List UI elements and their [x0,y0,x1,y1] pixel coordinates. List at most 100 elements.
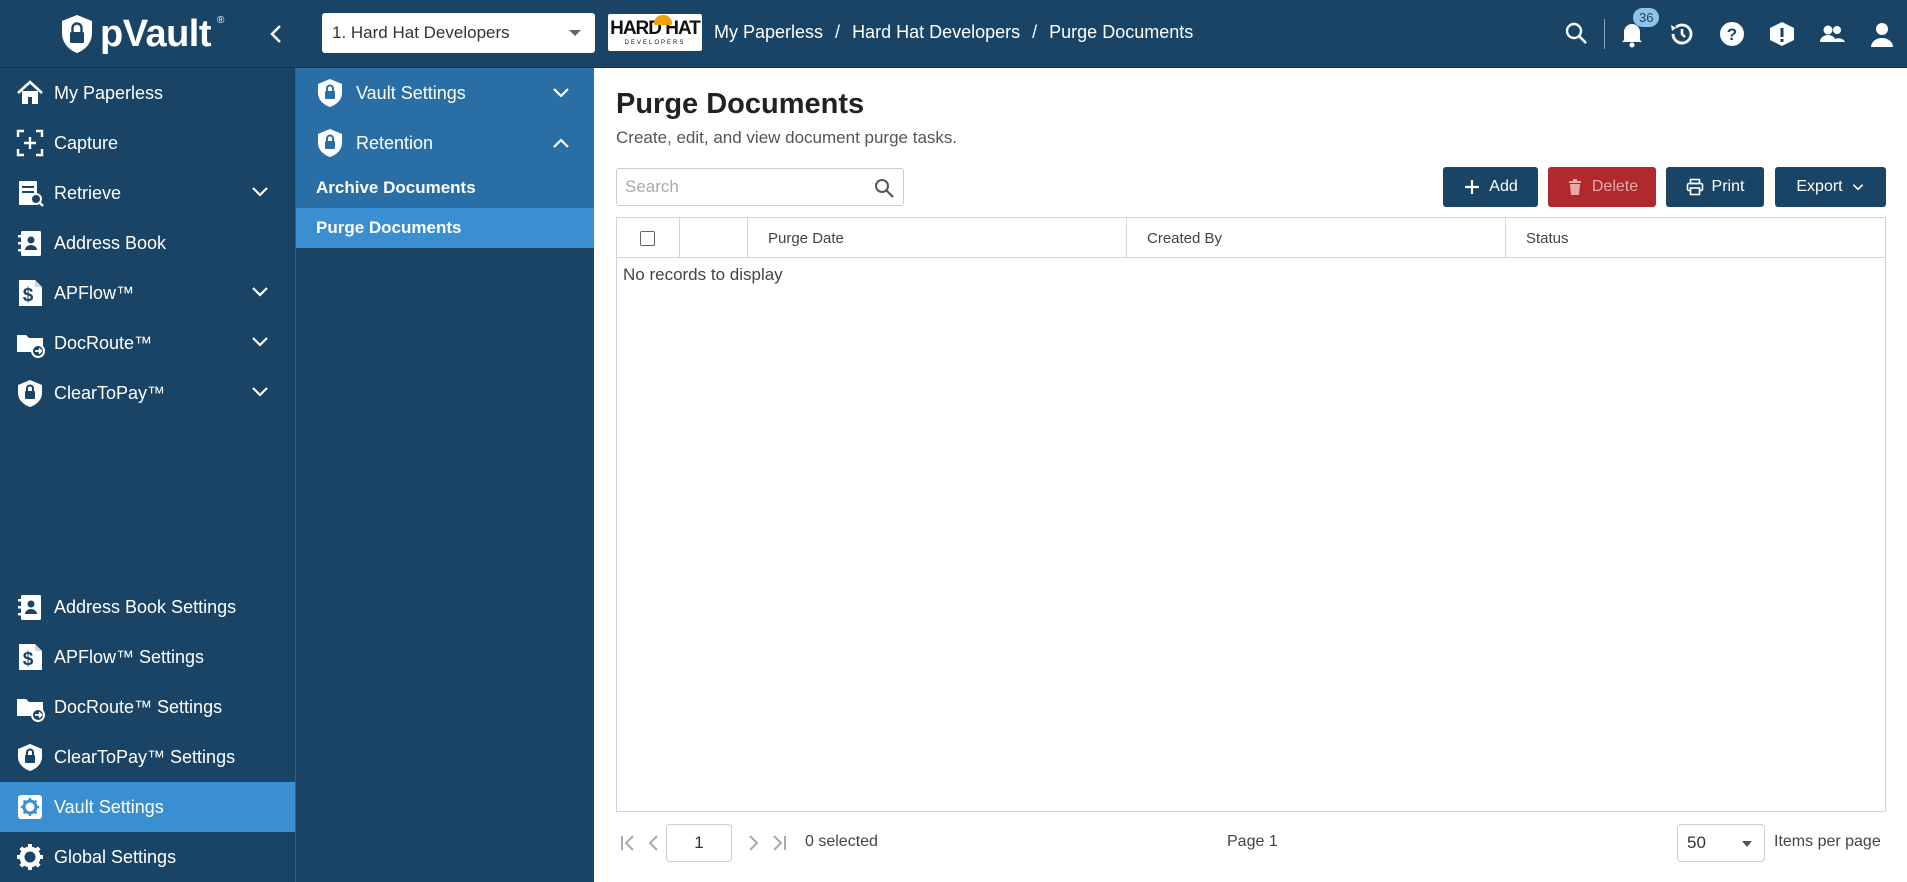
column-header-status[interactable]: Status [1506,218,1885,258]
page-title: Purge Documents [616,88,865,120]
sidebar-item-label: APFlow™ Settings [54,646,205,667]
svg-text:$: $ [23,285,34,306]
capture-icon [16,129,44,157]
print-button[interactable]: Print [1666,167,1764,207]
page-label: Page 1 [1227,833,1278,850]
empty-table-message: No records to display [623,265,783,284]
users-button[interactable] [1807,0,1857,68]
alerts-button[interactable] [1757,0,1807,68]
subnav-purge-documents[interactable]: Purge Documents [296,208,594,248]
sidebar-item-my-paperless[interactable]: My Paperless [0,68,295,118]
purge-documents-table: Purge Date Created By Status No records … [616,217,1886,812]
folder-route-icon [17,699,45,722]
export-button-label: Export [1796,178,1843,195]
chevron-down-icon[interactable] [251,185,269,199]
chevron-down-icon [1742,841,1752,847]
column-header-created-by[interactable]: Created By [1127,218,1506,258]
sidebar-item-apflow[interactable]: $ APFlow™ [0,268,295,318]
search-icon [1565,22,1587,44]
address-book-icon [18,595,41,620]
shield-lock-icon [318,129,342,157]
page-size-value: 50 [1687,833,1706,852]
gear-icon [17,844,43,870]
sidebar-item-address-book[interactable]: Address Book [0,218,295,268]
first-page-icon[interactable] [616,832,640,854]
breadcrumb-hard-hat-developers[interactable]: Hard Hat Developers [852,22,1020,43]
top-icon-bar: 36 ? [1552,0,1907,68]
sidebar-item-docroute-settings[interactable]: DocRoute™ Settings [0,682,295,732]
breadcrumb-my-paperless[interactable]: My Paperless [714,22,823,43]
pagination: 1 0 selected Page 1 50 Items per page [616,822,1886,864]
sidebar-item-vault-settings[interactable]: Vault Settings [0,782,295,832]
shield-lock-icon [318,79,342,107]
sidebar-item-label: DocRoute™ Settings [54,696,223,717]
next-page-icon[interactable] [741,832,765,854]
pvault-logo[interactable]: pVault ® [60,12,224,56]
sidebar-item-label: Global Settings [54,846,177,867]
printer-icon [1686,178,1703,196]
actions-column-header [680,218,748,258]
subnav-archive-documents[interactable]: Archive Documents [296,168,594,208]
subnav-vault-settings-label: Vault Settings [356,82,466,103]
sidebar-item-label: Capture [54,132,119,153]
history-button[interactable] [1657,0,1707,68]
shield-lock-icon [18,744,42,771]
organization-select[interactable]: 1. Hard Hat Developers [322,13,595,53]
sidebar-item-address-book-settings[interactable]: Address Book Settings [0,582,295,632]
chevron-up-icon [553,138,569,148]
sidebar-item-label: ClearToPay™ Settings [54,746,236,767]
notification-count-badge: 36 [1633,8,1660,27]
chevron-down-icon[interactable] [251,335,269,349]
add-button[interactable]: Add [1443,167,1538,207]
search-icon[interactable] [873,177,895,199]
collapse-sidebar-icon[interactable] [266,20,286,48]
sidebar-item-label: ClearToPay™ [54,382,166,403]
search-box [616,168,904,206]
sidebar-item-cleartopay-settings[interactable]: ClearToPay™ Settings [0,732,295,782]
sidebar-item-capture[interactable]: Capture [0,118,295,168]
sidebar-item-label: My Paperless [54,82,164,103]
last-page-icon[interactable] [767,832,791,854]
chevron-down-icon[interactable] [251,285,269,299]
hard-hat-icon [654,15,672,25]
export-button[interactable]: Export [1775,167,1886,207]
sidebar-item-label: Address Book [54,232,167,253]
notifications-button[interactable]: 36 [1607,0,1660,68]
subnav-vault-settings[interactable]: Vault Settings [296,68,594,118]
shield-lock-icon [62,15,92,53]
settings-subnav: Vault Settings Retention Archive Documen… [296,68,594,882]
sidebar-item-retrieve[interactable]: Retrieve [0,168,295,218]
sidebar-item-label: APFlow™ [54,282,135,303]
previous-page-icon[interactable] [642,832,666,854]
sidebar-item-label: Address Book Settings [54,596,237,617]
alert-icon [1770,22,1794,46]
sidebar-item-label: DocRoute™ [54,332,153,353]
help-button[interactable]: ? [1707,0,1757,68]
sidebar-item-global-settings[interactable]: Global Settings [0,832,295,882]
users-icon [1820,25,1845,42]
add-button-label: Add [1489,178,1518,195]
brand-mark: ® [217,14,225,26]
subnav-retention-label: Retention [356,132,434,153]
svg-text:?: ? [1727,25,1737,44]
search-input[interactable] [625,177,865,197]
main-content: Purge Documents Create, edit, and view d… [594,68,1907,882]
chevron-down-icon[interactable] [251,385,269,399]
company-logo-subtext: DEVELOPERS [624,39,686,46]
account-button[interactable] [1857,0,1907,68]
items-per-page-label: Items per page [1774,833,1881,850]
sidebar-item-cleartopay[interactable]: ClearToPay™ [0,368,295,418]
sidebar-item-docroute[interactable]: DocRoute™ [0,318,295,368]
page-size-select[interactable]: 50 [1677,824,1765,862]
svg-text:$: $ [23,649,34,670]
select-all-checkbox[interactable] [640,230,655,246]
breadcrumb: My Paperless / Hard Hat Developers / Pur… [714,22,1193,43]
column-header-purge-date[interactable]: Purge Date [748,218,1127,258]
sidebar-item-apflow-settings[interactable]: $ APFlow™ Settings [0,632,295,682]
delete-button[interactable]: Delete [1548,167,1656,207]
page-number-input[interactable]: 1 [666,824,732,862]
subnav-retention[interactable]: Retention [296,118,594,168]
search-button[interactable] [1552,0,1602,68]
retrieve-icon [19,181,44,207]
history-icon [1671,23,1693,45]
